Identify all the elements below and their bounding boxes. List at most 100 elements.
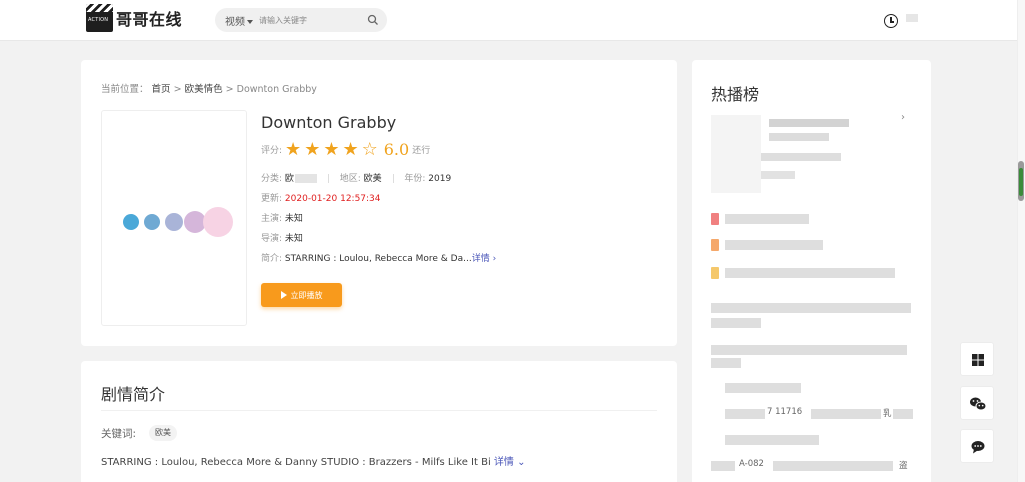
updated-value: 2020-01-20 12:57:34 (284, 194, 381, 204)
hot-item-title-blur (725, 268, 895, 278)
intro-label: 简介: (261, 254, 283, 264)
rank-badge (711, 267, 719, 279)
hot-item-title-blur (811, 409, 881, 419)
intro-more-link[interactable]: 详情 › (472, 254, 496, 264)
updated-label: 更新: (261, 194, 283, 204)
divider (101, 410, 657, 411)
featured-line-blur (761, 153, 841, 161)
chat-bubble-icon (971, 441, 985, 454)
breadcrumb-current: Downton Grabby (236, 84, 317, 95)
search-category-label: 视频 (225, 16, 245, 28)
synopsis-body: STARRING : Loulou, Rebecca More & Danny … (101, 457, 491, 468)
breadcrumb-home-link[interactable]: 首页 (152, 84, 171, 95)
hot-item-title-blur (711, 358, 741, 368)
synopsis-card: 剧情简介 关键词: 欧美 STARRING : Loulou, Rebecca … (81, 361, 677, 482)
hot-item-title-blur (711, 303, 911, 313)
loading-dot-2 (144, 214, 160, 230)
keywords-label: 关键词: (101, 428, 137, 440)
hot-list-item[interactable] (711, 432, 911, 446)
movie-poster-placeholder[interactable] (101, 110, 247, 326)
search-icon[interactable] (367, 14, 379, 26)
top-header: ACTION 哥哥在线 视频 (0, 0, 1025, 41)
play-now-label: 立即播放 (290, 290, 323, 300)
year-label: 年份: (404, 174, 426, 184)
site-logo[interactable]: ACTION 哥哥在线 (86, 4, 182, 32)
search-input[interactable] (259, 15, 359, 25)
search-bar: 视频 (215, 8, 387, 32)
user-avatar[interactable] (906, 14, 918, 22)
windows-app-button[interactable] (960, 342, 994, 376)
featured-title-blur (769, 119, 849, 127)
breadcrumb-prefix: 当前位置： (101, 84, 149, 95)
hot-list-item[interactable] (711, 211, 911, 225)
updated-row: 更新: 2020-01-20 12:57:34 (261, 191, 381, 204)
loading-dot-5 (203, 207, 233, 237)
cast-value: 未知 (284, 214, 303, 224)
windows-icon (972, 354, 984, 366)
intro-row: 简介: STARRING : Loulou, Rebecca More & Da… (261, 251, 496, 264)
hot-item-title: 7 11716 (767, 407, 803, 417)
featured-line-blur (769, 133, 829, 141)
director-label: 导演: (261, 234, 283, 244)
keyword-tag[interactable]: 欧美 (149, 425, 177, 441)
hot-item-title-blur (725, 435, 819, 445)
clapper-stripes (86, 4, 113, 12)
hot-list-item[interactable] (711, 265, 911, 279)
hot-featured-item[interactable] (711, 115, 916, 195)
category-label: 分类: (261, 174, 283, 184)
featured-line-blur (761, 171, 795, 179)
search-category-select[interactable]: 视频 (225, 13, 253, 28)
category-value-blur (294, 174, 317, 183)
hot-item-title-blur (711, 345, 907, 355)
rating-score: 6.0 (383, 140, 410, 159)
star-filled-icon[interactable]: ★ (323, 140, 339, 159)
hot-list-item[interactable] (711, 380, 911, 394)
star-filled-icon[interactable]: ★ (304, 140, 320, 159)
breadcrumb-category-link[interactable]: 欧美情色 (185, 84, 223, 95)
site-name: 哥哥在线 (116, 10, 183, 29)
comment-button[interactable] (960, 429, 994, 463)
meta-row: 分类: 欧 地区: 欧美 年份: 2019 (261, 171, 451, 184)
movie-title: Downton Grabby (261, 113, 397, 132)
star-filled-icon[interactable]: ★ (285, 140, 301, 159)
director-value: 未知 (284, 234, 303, 244)
rank-badge (711, 239, 719, 251)
hot-item-title-blur (725, 409, 765, 419)
logo-badge-text: ACTION (88, 17, 109, 23)
divider (392, 174, 394, 183)
hot-list-item[interactable]: 7 11716 乳 (711, 406, 913, 420)
hot-list-card: 热播榜 › 7 11716 乳 A-082 盗 (692, 60, 931, 482)
hot-list-item-continued (711, 355, 911, 369)
scrollbar-thumb-indicator (1019, 168, 1023, 196)
page-scrollbar[interactable] (1017, 0, 1025, 482)
rating-label: 评分: (261, 146, 283, 156)
category-value[interactable]: 欧 (285, 174, 294, 184)
star-empty-icon[interactable]: ☆ (362, 140, 378, 159)
hot-list-item[interactable]: A-082 盗 (711, 458, 911, 472)
hot-item-title-tail: 乳 (883, 409, 892, 419)
region-label: 地区: (339, 174, 361, 184)
wechat-button[interactable] (960, 386, 994, 420)
rating-word: 还行 (412, 146, 431, 156)
hot-item-title-blur (773, 461, 893, 471)
play-now-button[interactable]: 立即播放 (261, 283, 342, 307)
year-value[interactable]: 2019 (428, 174, 451, 184)
rank-badge (711, 213, 719, 225)
chevron-down-icon (247, 19, 253, 24)
hot-item-title-blur (893, 409, 913, 419)
play-icon (280, 291, 287, 299)
hot-list-item[interactable] (711, 237, 911, 251)
region-value[interactable]: 欧美 (364, 174, 382, 184)
wechat-icon (970, 397, 987, 411)
director-row: 导演: 未知 (261, 231, 303, 244)
star-filled-icon[interactable]: ★ (342, 140, 358, 159)
hot-list-item[interactable] (711, 342, 911, 356)
cast-row: 主演: 未知 (261, 211, 303, 224)
breadcrumb-separator: > (173, 84, 182, 95)
cast-label: 主演: (261, 214, 283, 224)
hot-list-item[interactable] (711, 300, 911, 314)
synopsis-more-link[interactable]: 详情 ⌄ (494, 457, 526, 468)
clock-icon[interactable] (884, 14, 898, 28)
divider (327, 174, 329, 183)
synopsis-text: STARRING : Loulou, Rebecca More & Danny … (101, 453, 525, 468)
